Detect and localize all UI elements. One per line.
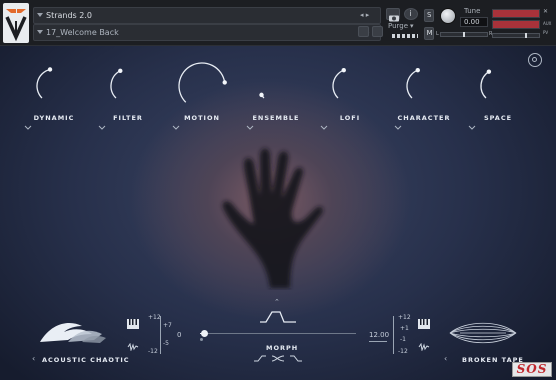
purge-label[interactable]: Purge [388, 22, 408, 30]
right-value-underline [369, 341, 387, 342]
chevron-left-icon[interactable]: ‹ [32, 354, 35, 363]
knob-arc [406, 69, 419, 99]
knob-arc [332, 69, 345, 99]
volume-slider[interactable] [492, 33, 540, 38]
hand-image [222, 148, 323, 288]
kontakt-header: Strands 2.0 ◂ ▸ 17_Welcome Back ◂ ▸ i Pu… [0, 0, 556, 46]
morph-label: MORPH [266, 344, 299, 352]
plugin-window: Strands 2.0 ◂ ▸ 17_Welcome Back ◂ ▸ i Pu… [0, 0, 556, 380]
knob-dynamic[interactable]: DYNAMIC [24, 56, 84, 132]
knob-label: FILTER [113, 114, 143, 122]
tune-knob[interactable] [440, 8, 456, 24]
acoustic-chaotic-graphic[interactable] [38, 318, 108, 346]
knob-handle[interactable] [118, 68, 123, 74]
sos-watermark: SOS [512, 362, 552, 377]
knob-motion[interactable]: MOTION [172, 56, 232, 132]
knob-handle[interactable] [486, 69, 492, 74]
level-meter-right [492, 20, 540, 29]
chevron-down-icon[interactable] [172, 125, 180, 130]
knob-ensemble[interactable]: ENSEMBLE [246, 56, 306, 132]
knob-space[interactable]: SPACE [468, 56, 528, 132]
octave-tick: -1 [400, 336, 406, 343]
morph-curve-icons[interactable] [252, 353, 304, 363]
knob-filter[interactable]: FILTER [98, 56, 158, 132]
right-engine-value[interactable]: 12.00 [369, 331, 389, 339]
purge-chevron-icon[interactable]: ▾ [410, 22, 414, 30]
knob-lofi[interactable]: LOFI [320, 56, 380, 132]
chevron-down-icon[interactable] [468, 125, 476, 130]
knob-label: DYNAMIC [33, 114, 75, 122]
chevron-down-icon[interactable] [394, 125, 402, 130]
close-icon[interactable]: ✕ [543, 8, 548, 15]
memory-meter [392, 34, 418, 38]
octave-tick: -12 [398, 348, 408, 355]
morph-slider-track[interactable] [200, 333, 356, 334]
tune-label: Tune [464, 7, 481, 15]
knob-label: CHARACTER [397, 114, 451, 122]
chevron-right-icon[interactable]: › [108, 354, 111, 363]
solo-button[interactable]: S [424, 9, 434, 22]
knob-label: LOFI [339, 114, 361, 122]
mute-button[interactable]: M [424, 27, 434, 40]
octave-tick: +1 [400, 325, 409, 332]
broken-tape-graphic[interactable] [446, 318, 520, 348]
knob-arc [178, 62, 226, 103]
preset-name: 17_Welcome Back [46, 28, 119, 37]
left-engine-value: 0 [177, 331, 182, 339]
chevron-left-icon[interactable]: ‹ [444, 354, 447, 363]
knob-arc [110, 70, 121, 99]
envelope-icon[interactable] [258, 310, 298, 324]
settings-icon[interactable] [528, 53, 542, 67]
instrument-name-field[interactable]: Strands 2.0 ◂ ▸ [33, 7, 381, 24]
pan-slider[interactable] [440, 32, 488, 37]
chevron-up-icon[interactable]: ⌃ [274, 298, 280, 306]
waveform-icon[interactable] [418, 343, 430, 351]
waveform-icon[interactable] [127, 343, 139, 351]
knob-character[interactable]: CHARACTER [394, 56, 454, 132]
chevron-down-icon[interactable] [37, 30, 43, 34]
knob-handle[interactable] [259, 92, 264, 98]
level-meter-left [492, 9, 540, 18]
piano-icon[interactable] [127, 319, 139, 329]
instrument-name: Strands 2.0 [46, 11, 92, 20]
preset-name-field[interactable]: 17_Welcome Back ◂ ▸ [33, 24, 381, 41]
octave-tick: +7 [163, 322, 172, 329]
pan-left-label: L [436, 31, 439, 37]
chevron-down-icon[interactable] [37, 13, 43, 17]
save-icon[interactable] [358, 26, 369, 37]
knob-handle[interactable] [47, 67, 53, 72]
left-engine-name: ACOUSTIC CHAOTIC [42, 356, 130, 364]
tune-value-field[interactable]: 0.00 [460, 17, 488, 27]
knob-label: SPACE [483, 114, 513, 122]
knob-handle[interactable] [415, 67, 420, 73]
chevron-down-icon[interactable] [320, 125, 328, 130]
chevron-down-icon[interactable] [98, 125, 106, 130]
knob-arc [36, 68, 51, 99]
octave-tick: -5 [163, 340, 169, 347]
knob-label: ENSEMBLE [252, 114, 300, 122]
morph-slider-handle[interactable] [201, 330, 209, 337]
octave-scale-line[interactable] [160, 316, 161, 354]
knob-label: MOTION [184, 114, 220, 122]
info-icon[interactable]: i [404, 8, 418, 20]
piano-icon[interactable] [418, 319, 430, 329]
delete-icon[interactable] [372, 26, 383, 37]
knob-handle[interactable] [222, 80, 227, 85]
instrument-logo [3, 3, 29, 43]
octave-scale-line[interactable] [393, 316, 394, 354]
knob-handle[interactable] [341, 67, 346, 73]
chevron-down-icon[interactable] [24, 125, 32, 130]
octave-tick: +12 [148, 314, 161, 321]
morph-slider-dot [200, 338, 203, 341]
pv-button[interactable]: PV [543, 30, 548, 35]
chevron-down-icon[interactable] [246, 125, 254, 130]
octave-tick: +12 [398, 314, 411, 321]
aux-button[interactable]: AUX [543, 21, 551, 26]
octave-tick: -12 [148, 348, 158, 355]
prev-next-icon[interactable]: ◂ ▸ [360, 8, 369, 23]
knob-arc [480, 71, 490, 99]
camera-icon[interactable] [386, 8, 400, 22]
